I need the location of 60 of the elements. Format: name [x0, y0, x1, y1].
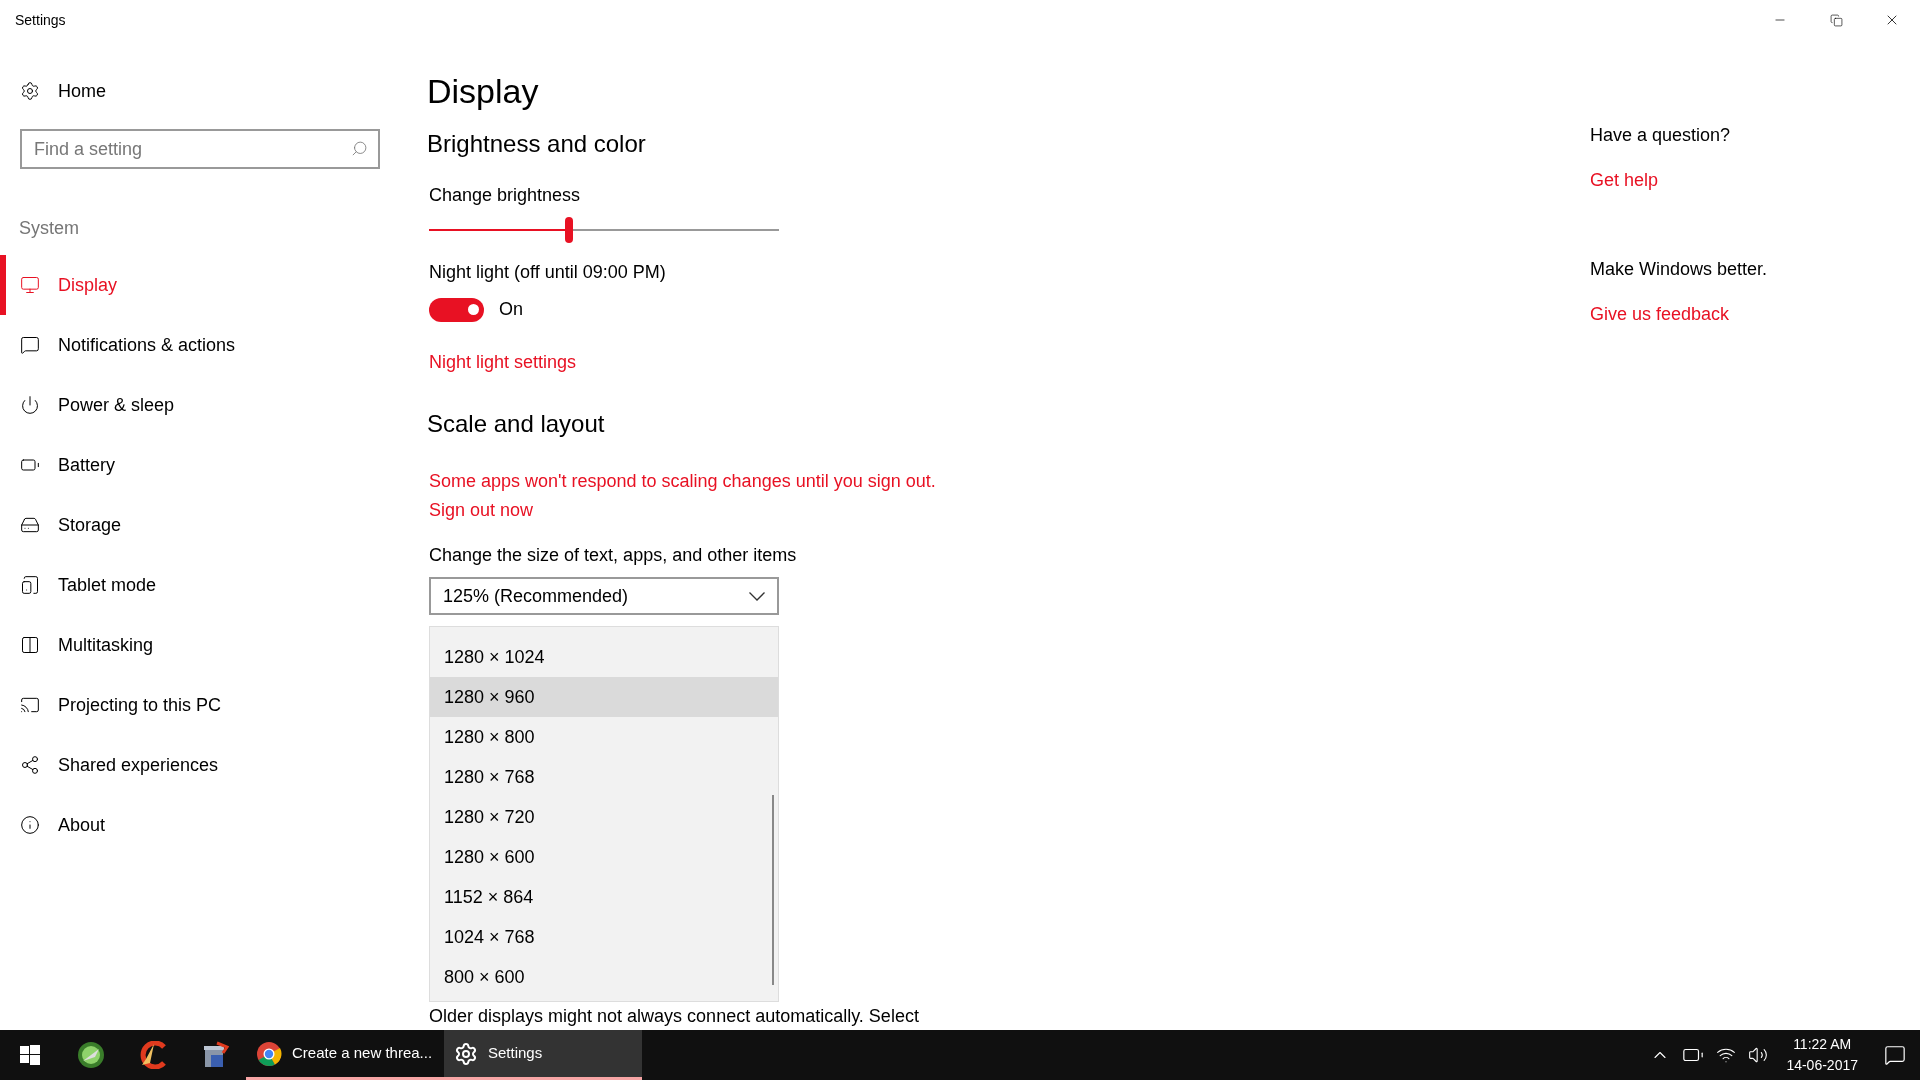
resolution-option[interactable]: 1280 × 960: [430, 677, 778, 717]
share-icon: [20, 755, 40, 775]
resolution-option[interactable]: 1024 × 768: [430, 917, 778, 957]
warning-text: Some apps won't respond to scaling changes until you sign out.: [429, 470, 937, 494]
windows-logo-icon: [20, 1045, 40, 1065]
brightness-slider[interactable]: [429, 217, 779, 244]
sidebar-item[interactable]: Storage: [0, 495, 405, 555]
speaker-icon[interactable]: [1748, 1045, 1769, 1065]
sidebar-item[interactable]: Display: [0, 255, 405, 315]
sidebar-item[interactable]: Projecting to this PC: [0, 675, 405, 735]
taskbar-window-button[interactable]: Settings: [444, 1030, 642, 1080]
restore-icon: [1829, 13, 1843, 27]
section-heading: System: [18, 217, 80, 239]
resolution-option[interactable]: 1280 × 1024: [430, 637, 778, 677]
resolution-option[interactable]: 1280 × 720: [430, 797, 778, 837]
resolution-option[interactable]: 1280 × 768: [430, 757, 778, 797]
get-help-link[interactable]: Get help: [1590, 167, 1659, 194]
sidebar-item[interactable]: Power & sleep: [0, 375, 405, 435]
help-heading: Have a question?: [1590, 124, 1732, 147]
scale-dropdown[interactable]: 125% (Recommended): [429, 577, 779, 615]
window-title: Settings: [15, 10, 66, 30]
feedback-link[interactable]: Give us feedback: [1590, 301, 1730, 328]
resolution-option[interactable]: 800 × 600: [430, 957, 778, 997]
resolution-option[interactable]: 1152 × 864: [430, 877, 778, 917]
notification-icon[interactable]: [1884, 1044, 1906, 1066]
toggle-switch[interactable]: [429, 297, 484, 322]
sidebar-item[interactable]: Multitasking: [0, 615, 405, 675]
monitor-icon: [20, 275, 40, 295]
note-text: Older displays might not always connect automatically. Select: [429, 1006, 919, 1026]
sidebar-item[interactable]: Notifications & actions: [0, 315, 405, 375]
sign-out-link[interactable]: Sign out now: [429, 497, 534, 525]
chrome-icon: [256, 1040, 282, 1067]
gear-icon: [454, 1041, 478, 1066]
home-item[interactable]: Home: [0, 70, 405, 112]
setting-label: Night light (off until 09:00 PM): [429, 261, 667, 285]
slider-label: Change brightness: [429, 184, 582, 207]
clock[interactable]: 11:22 AM 14-06-2017: [1786, 1034, 1858, 1076]
resolution-option[interactable]: 1280 × 600: [430, 837, 778, 877]
toggle-state: On: [499, 298, 523, 322]
resolution-option[interactable]: 1280 × 800: [430, 717, 778, 757]
feedback-heading: Make Windows better.: [1590, 258, 1769, 281]
gear-icon: [20, 81, 40, 101]
section-heading: Scale and layout: [427, 409, 606, 440]
tablet-icon: [20, 575, 40, 595]
section-heading: Brightness and color: [427, 129, 647, 159]
night-light-link[interactable]: Night light settings: [429, 349, 577, 377]
power-icon: [20, 395, 40, 415]
search-field[interactable]: Find a setting: [20, 129, 380, 169]
drive-icon: [20, 515, 40, 535]
sidebar-item[interactable]: Tablet mode: [0, 555, 405, 615]
page-title: Display: [427, 71, 540, 112]
setting-label: Change the size of text, apps, and other items: [429, 544, 798, 568]
info-icon: [20, 815, 40, 835]
sidebar-item[interactable]: About: [0, 795, 405, 855]
search-icon: [351, 140, 368, 157]
sidebar-item[interactable]: Shared experiences: [0, 735, 405, 795]
speech-bubble-icon: [20, 335, 40, 355]
chevron-down-icon: [749, 591, 765, 601]
sidebar-item[interactable]: Battery: [0, 435, 405, 495]
projector-icon: [20, 695, 40, 715]
